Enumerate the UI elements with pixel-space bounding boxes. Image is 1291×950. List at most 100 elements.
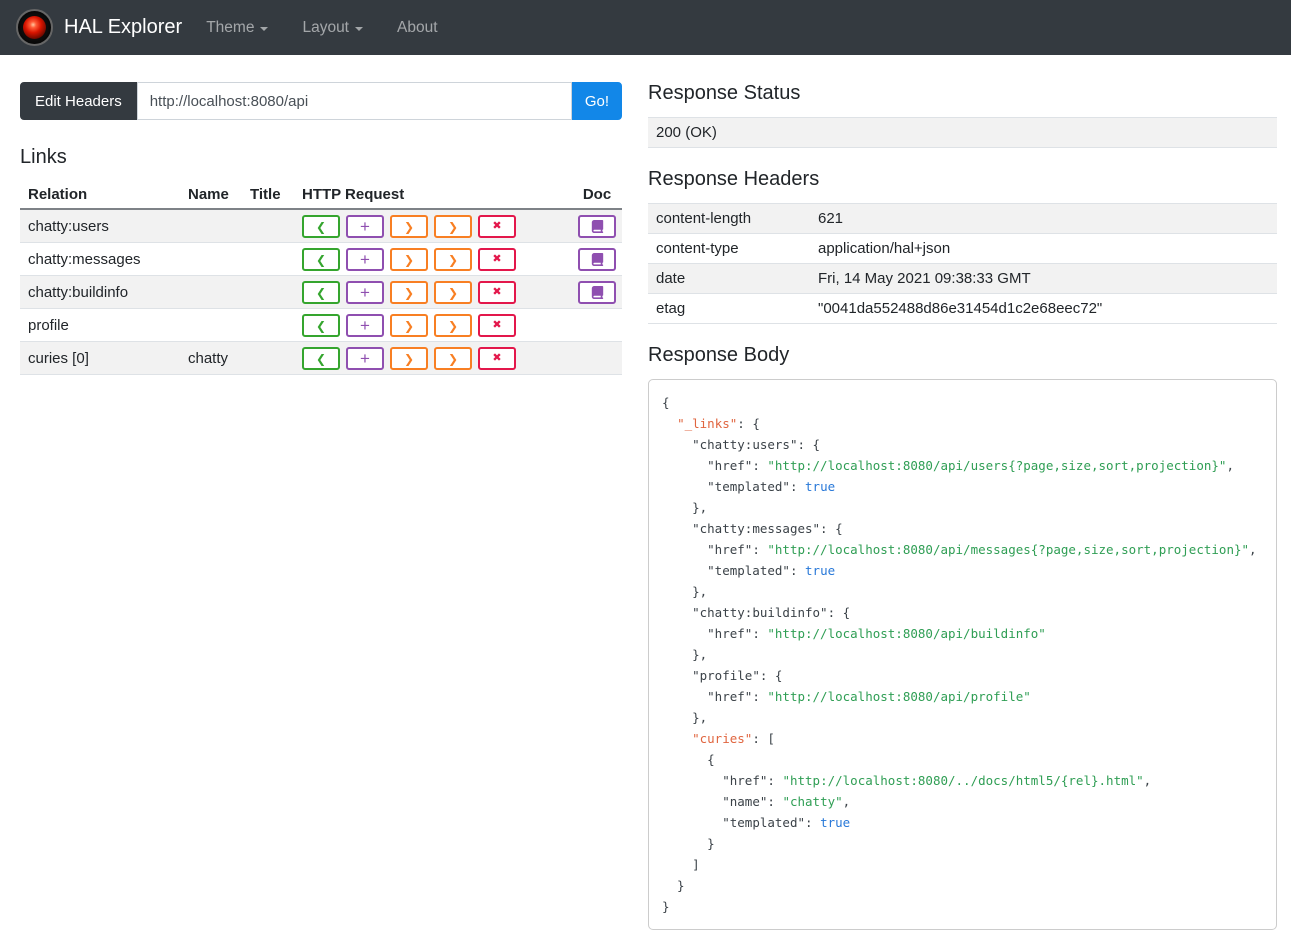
code-line: "templated": true [707, 479, 836, 494]
name-cell [180, 208, 242, 243]
header-name: etag [648, 293, 810, 324]
code-line: "_links": { [677, 416, 760, 431]
code-line: } [662, 836, 715, 851]
doc-cell [572, 275, 622, 309]
get-button[interactable]: ❮ [302, 281, 340, 304]
links-table-header-row: Relation Name Title HTTP Request Doc [20, 181, 622, 210]
patch-button[interactable]: ❯ [434, 314, 472, 337]
main-content: Edit Headers Go! Links Relation Name Tit… [0, 55, 1291, 950]
response-status-table: 200 (OK) [648, 117, 1277, 148]
header-value: Fri, 14 May 2021 09:38:33 GMT [810, 263, 1277, 294]
title-cell [242, 341, 294, 375]
doc-button[interactable] [578, 248, 616, 271]
get-button[interactable]: ❮ [302, 314, 340, 337]
chevron-down-icon [260, 26, 269, 31]
put-button[interactable]: ❯ [390, 215, 428, 238]
edit-headers-button[interactable]: Edit Headers [20, 82, 137, 120]
code-line: }, [662, 500, 708, 515]
code-line: { [662, 752, 715, 767]
brand-title: HAL Explorer [64, 16, 183, 38]
response-body-code: { "_links": { "chatty:users": { "href": … [648, 379, 1277, 930]
title-cell [242, 242, 294, 276]
column-header-doc: Doc [572, 181, 622, 210]
post-button[interactable]: + [346, 347, 384, 370]
delete-button[interactable]: ✖ [478, 281, 516, 304]
link-row-chatty-messages: chatty:messages ❮ + ❯ ❯ ✖ [20, 242, 622, 276]
header-value: application/hal+json [810, 233, 1277, 264]
put-button[interactable]: ❯ [390, 248, 428, 271]
code-line: "href": "http://localhost:8080/../docs/h… [722, 773, 1152, 788]
response-status-title: Response Status [648, 82, 801, 104]
nav-item-layout[interactable]: Layout [302, 19, 363, 37]
put-button[interactable]: ❯ [390, 347, 428, 370]
doc-button[interactable] [578, 215, 616, 238]
http-request-cell: ❮ + ❯ ❯ ✖ [294, 275, 572, 309]
relation-cell: chatty:users [20, 208, 180, 243]
code-line: "href": "http://localhost:8080/api/profi… [707, 689, 1031, 704]
doc-button[interactable] [578, 281, 616, 304]
patch-button[interactable]: ❯ [434, 281, 472, 304]
link-row-chatty-buildinfo: chatty:buildinfo ❮ + ❯ ❯ ✖ [20, 275, 622, 309]
code-line: "chatty:buildinfo": { [692, 605, 851, 620]
nav-menu: Theme Layout About [206, 19, 437, 37]
code-line: }, [662, 710, 708, 725]
link-row-chatty-users: chatty:users ❮ + ❯ ❯ ✖ [20, 208, 622, 243]
response-status-section: Response Status 200 (OK) [648, 82, 1277, 148]
patch-button[interactable]: ❯ [434, 347, 472, 370]
right-column: Response Status 200 (OK) Response Header… [648, 82, 1277, 930]
put-button[interactable]: ❯ [390, 281, 428, 304]
patch-button[interactable]: ❯ [434, 248, 472, 271]
delete-button[interactable]: ✖ [478, 248, 516, 271]
code-line: ] [662, 857, 700, 872]
header-row-content-type: content-type application/hal+json [648, 233, 1277, 264]
doc-cell [572, 208, 622, 243]
book-icon [591, 253, 603, 266]
code-line: "href": "http://localhost:8080/api/users… [707, 458, 1234, 473]
book-icon [591, 286, 603, 299]
title-cell [242, 308, 294, 342]
post-button[interactable]: + [346, 314, 384, 337]
get-button[interactable]: ❮ [302, 347, 340, 370]
book-icon [591, 220, 603, 233]
post-button[interactable]: + [346, 215, 384, 238]
nav-item-theme[interactable]: Theme [206, 19, 269, 37]
header-value: 621 [810, 203, 1277, 234]
code-line: }, [662, 647, 708, 662]
url-input[interactable] [136, 82, 572, 120]
column-header-name: Name [180, 181, 242, 210]
go-button[interactable]: Go! [571, 82, 622, 120]
code-line: "profile": { [692, 668, 783, 683]
delete-button[interactable]: ✖ [478, 314, 516, 337]
put-button[interactable]: ❯ [390, 314, 428, 337]
response-body-section: Response Body { "_links": { "chatty:user… [648, 344, 1277, 930]
relation-cell: profile [20, 308, 180, 342]
link-row-curies: curies [0] chatty ❮ + ❯ ❯ ✖ [20, 341, 622, 375]
status-row: 200 (OK) [648, 117, 1277, 148]
brand-link[interactable]: HAL Explorer [16, 9, 182, 46]
relation-cell: chatty:messages [20, 242, 180, 276]
header-name: date [648, 263, 810, 294]
doc-cell [572, 308, 622, 342]
relation-cell: curies [0] [20, 341, 180, 375]
status-value: 200 (OK) [648, 117, 1277, 148]
code-line: } [662, 878, 685, 893]
navbar: HAL Explorer Theme Layout About [0, 0, 1291, 55]
code-line: "name": "chatty", [722, 794, 851, 809]
get-button[interactable]: ❮ [302, 215, 340, 238]
code-line: "chatty:users": { [692, 437, 821, 452]
delete-button[interactable]: ✖ [478, 347, 516, 370]
name-cell [180, 242, 242, 276]
header-name: content-type [648, 233, 810, 264]
response-headers-section: Response Headers content-length 621 cont… [648, 168, 1277, 324]
patch-button[interactable]: ❯ [434, 215, 472, 238]
nav-item-about[interactable]: About [397, 19, 438, 37]
get-button[interactable]: ❮ [302, 248, 340, 271]
delete-button[interactable]: ✖ [478, 215, 516, 238]
code-line: "href": "http://localhost:8080/api/build… [707, 626, 1046, 641]
chevron-down-icon [355, 26, 363, 31]
address-bar: Edit Headers Go! [20, 82, 622, 120]
post-button[interactable]: + [346, 248, 384, 271]
code-line: "templated": true [707, 563, 836, 578]
response-headers-table: content-length 621 content-type applicat… [648, 203, 1277, 324]
post-button[interactable]: + [346, 281, 384, 304]
